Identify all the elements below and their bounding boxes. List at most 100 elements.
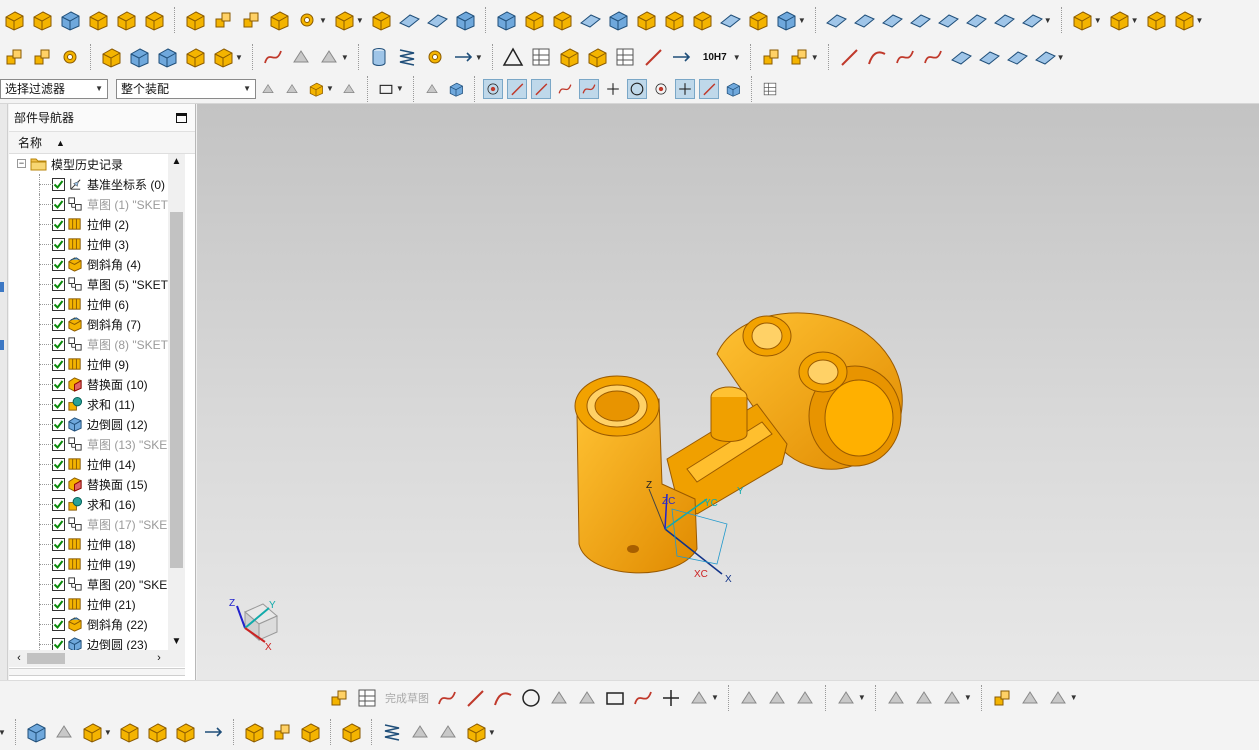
ruled-icon[interactable] (881, 9, 903, 31)
finish-sketch-icon[interactable] (356, 687, 378, 709)
emboss-sheet-icon[interactable] (290, 46, 312, 68)
select-face-icon[interactable] (422, 79, 442, 99)
dropdown-arrow-icon[interactable]: ▼ (1044, 16, 1052, 25)
feature-visibility-checkbox[interactable] (52, 557, 65, 571)
feature-visibility-checkbox[interactable] (52, 457, 65, 471)
feature-visibility-checkbox[interactable] (52, 197, 65, 211)
feature-visibility-checkbox[interactable] (52, 417, 65, 431)
scroll-down-icon[interactable]: ▼ (168, 634, 185, 650)
linear-dim-icon[interactable] (670, 46, 692, 68)
dropdown-arrow-icon[interactable]: ▼ (733, 53, 741, 62)
scroll-up-icon[interactable]: ▲ (168, 154, 185, 170)
intersect-curve-icon[interactable] (978, 46, 1000, 68)
feature-visibility-checkbox[interactable] (52, 397, 65, 411)
grid-icon[interactable] (760, 79, 780, 99)
tree-row-feature[interactable]: 拉伸 (6) (9, 294, 185, 314)
feature-visibility-checkbox[interactable] (52, 357, 65, 371)
draft-icon[interactable] (523, 9, 545, 31)
blend-icon[interactable] (551, 9, 573, 31)
scroll-thumb[interactable] (27, 653, 65, 664)
dropdown-arrow-icon[interactable]: ▼ (396, 84, 404, 93)
resource-tab-marker[interactable] (0, 282, 4, 292)
dropdown-arrow-icon[interactable]: ▼ (711, 693, 719, 702)
split-body-icon[interactable] (370, 9, 392, 31)
assembly-constraint-icon[interactable] (760, 46, 782, 68)
pattern-icon[interactable] (212, 9, 234, 31)
tree-row-feature[interactable]: 边倒圆 (12) (9, 414, 185, 434)
feature-visibility-checkbox[interactable] (52, 637, 65, 650)
replace-face-icon[interactable] (607, 9, 629, 31)
feature-visibility-checkbox[interactable] (52, 297, 65, 311)
part-model[interactable]: Z ZC YC Y XC X (567, 294, 927, 594)
datum-axis-icon[interactable] (156, 46, 178, 68)
table-icon[interactable] (530, 46, 552, 68)
dropdown-arrow-icon[interactable]: ▼ (1196, 16, 1204, 25)
tree-row-feature[interactable]: 倒斜角 (7) (9, 314, 185, 334)
boss-icon[interactable] (115, 9, 137, 31)
feature-frame-icon[interactable] (586, 46, 608, 68)
derived-lines-icon[interactable] (1047, 687, 1069, 709)
bridge-icon[interactable] (965, 9, 987, 31)
tree-row-feature[interactable]: 拉伸 (14) (9, 454, 185, 474)
tree-row-feature[interactable]: 基准坐标系 (0) (9, 174, 185, 194)
tree-row-feature[interactable]: 草图 (1) "SKET (9, 194, 185, 214)
check-clearance-icon[interactable] (409, 721, 431, 743)
sketch-circle-icon[interactable] (520, 687, 542, 709)
snap-point-on-curve-icon[interactable] (674, 78, 695, 99)
dropdown-arrow-icon[interactable]: ▼ (488, 728, 496, 737)
tree-row-feature[interactable]: 草图 (17) "SKE (9, 514, 185, 534)
tree-row-feature[interactable]: 拉伸 (19) (9, 554, 185, 574)
fill-icon[interactable] (1021, 9, 1043, 31)
symbol-icon[interactable] (558, 46, 580, 68)
select-all-icon[interactable] (282, 79, 302, 99)
snap-control-point-icon[interactable] (555, 79, 575, 99)
lasso-icon[interactable] (339, 79, 359, 99)
extrude-icon[interactable] (3, 9, 25, 31)
tree-row-feature[interactable]: 替换面 (15) (9, 474, 185, 494)
snap-mid-point-icon[interactable] (530, 78, 551, 99)
filter-icon[interactable] (258, 79, 278, 99)
resize-icon[interactable] (747, 9, 769, 31)
offset-icon[interactable] (688, 687, 710, 709)
chamfer-2d-icon[interactable] (576, 687, 598, 709)
thread-icon[interactable] (452, 46, 474, 68)
snap-intersection-icon[interactable] (578, 78, 599, 99)
add-component-icon[interactable] (788, 46, 810, 68)
constraint-navigator-icon[interactable] (53, 721, 75, 743)
tree-row-feature[interactable]: 拉伸 (9) (9, 354, 185, 374)
pattern-curve-icon[interactable] (1019, 687, 1041, 709)
tree-row-feature[interactable]: 求和 (16) (9, 494, 185, 514)
styled-icon[interactable] (993, 9, 1015, 31)
tree-row-feature[interactable]: 拉伸 (3) (9, 234, 185, 254)
studio-icon[interactable] (909, 9, 931, 31)
feature-visibility-checkbox[interactable] (52, 177, 65, 191)
select-body-icon[interactable] (446, 79, 466, 99)
assembly-cut-icon[interactable] (437, 721, 459, 743)
note-icon[interactable] (614, 46, 636, 68)
thicken-icon[interactable] (426, 9, 448, 31)
tree-row-feature[interactable]: 拉伸 (18) (9, 534, 185, 554)
object-display-icon[interactable] (59, 46, 81, 68)
scroll-right-icon[interactable]: › (151, 650, 167, 667)
snap-quadrant-icon[interactable] (651, 79, 671, 99)
rectangle-select-icon[interactable] (306, 79, 326, 99)
tree-row-feature[interactable]: 替换面 (10) (9, 374, 185, 394)
fillet-icon[interactable] (548, 687, 570, 709)
dropdown-arrow-icon[interactable]: ▼ (1131, 16, 1139, 25)
scroll-left-icon[interactable]: ‹ (11, 650, 27, 667)
explode-view-icon[interactable] (202, 721, 224, 743)
snap-bounded-icon[interactable] (723, 79, 743, 99)
gear-icon[interactable] (424, 46, 446, 68)
assembly-icon[interactable] (1071, 9, 1093, 31)
shell-icon[interactable] (495, 9, 517, 31)
tree-root-model-history[interactable]: − 模型历史记录 (9, 154, 185, 174)
mesh-icon[interactable] (853, 9, 875, 31)
graphics-window[interactable]: Z ZC YC Y XC X Z Y X (197, 104, 1259, 680)
tree-row-feature[interactable]: 边倒圆 (23) (9, 634, 185, 650)
column-header-name[interactable]: 名称 ▲ (9, 132, 195, 154)
offset-face-icon[interactable] (454, 9, 476, 31)
snap-end-point-icon[interactable] (506, 78, 527, 99)
finish-sketch-label[interactable]: 完成草图 (385, 690, 429, 706)
tree-row-feature[interactable]: 倒斜角 (4) (9, 254, 185, 274)
snap-existing-point-icon[interactable] (482, 78, 503, 99)
